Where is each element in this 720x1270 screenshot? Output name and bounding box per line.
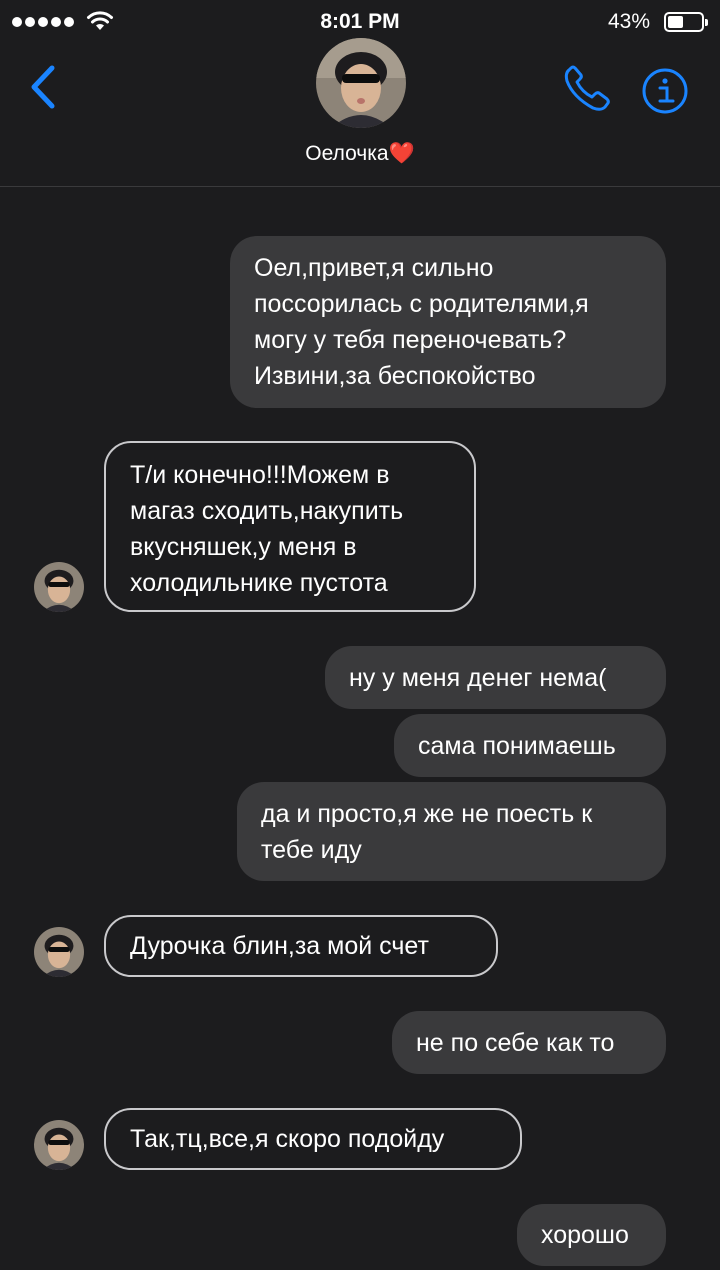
message-text: сама понимаешь — [418, 732, 616, 760]
info-button[interactable] — [640, 66, 690, 116]
message-bubble-outgoing[interactable]: не по себе как то — [392, 1011, 666, 1074]
back-button[interactable] — [22, 62, 66, 112]
message-text: да и просто,я же не поесть к тебе иду — [261, 800, 593, 864]
message-bubble-outgoing[interactable]: сама понимаешь — [394, 714, 666, 777]
sender-avatar — [34, 562, 84, 612]
contact-name[interactable]: Оелочка❤️ — [0, 142, 720, 166]
message-bubble-outgoing[interactable]: хорошо — [517, 1204, 666, 1266]
phone-icon — [564, 65, 610, 111]
message-text: Т/и конечно!!!Можем в магаз сходить,наку… — [130, 461, 404, 597]
message-bubble-outgoing[interactable]: Оел,привет,я сильно поссорилась с родите… — [230, 236, 666, 408]
message-bubble-outgoing[interactable]: да и просто,я же не поесть к тебе иду — [237, 782, 666, 881]
message-bubble-incoming[interactable]: Дурочка блин,за мой счет — [104, 915, 498, 977]
message-text: ну у меня денег нема( — [349, 664, 607, 692]
conversation-header: Оелочка❤️ — [0, 38, 720, 187]
battery-icon — [664, 12, 708, 32]
call-button[interactable] — [560, 64, 614, 114]
chevron-left-icon — [31, 65, 55, 109]
message-bubble-incoming[interactable]: Так,тц,все,я скоро подойду — [104, 1108, 522, 1170]
message-bubble-incoming[interactable]: Т/и конечно!!!Можем в магаз сходить,наку… — [104, 441, 476, 612]
info-icon — [642, 68, 688, 114]
message-text: Оел,привет,я сильно поссорилась с родите… — [254, 254, 589, 390]
sender-avatar — [34, 927, 84, 977]
contact-avatar[interactable] — [316, 38, 406, 128]
message-text: Дурочка блин,за мой счет — [130, 932, 429, 960]
sender-avatar — [34, 1120, 84, 1170]
message-text: Так,тц,все,я скоро подойду — [130, 1125, 445, 1153]
message-text: хорошо — [541, 1221, 629, 1249]
message-text: не по себе как то — [416, 1029, 615, 1057]
message-bubble-outgoing[interactable]: ну у меня денег нема( — [325, 646, 666, 709]
battery-percent: 43% — [607, 10, 650, 33]
